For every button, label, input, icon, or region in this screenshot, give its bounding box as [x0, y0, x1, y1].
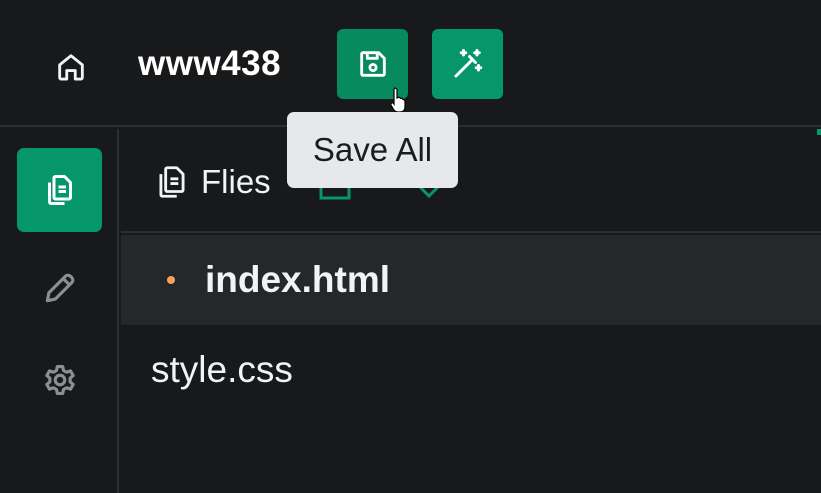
- file-name: style.css: [151, 349, 293, 390]
- pointer-cursor-icon: [390, 87, 406, 113]
- files-icon: [159, 166, 185, 198]
- sidebar-item-edit[interactable]: [17, 246, 102, 330]
- top-bar: www438: [0, 0, 821, 127]
- panel-edge-accent: [817, 129, 821, 135]
- pencil-icon: [45, 273, 74, 303]
- save-icon: [359, 51, 386, 77]
- file-row-style-css[interactable]: style.css: [121, 325, 821, 415]
- file-row-index-html[interactable]: index.html: [121, 235, 821, 325]
- home-icon: [58, 54, 84, 81]
- save-all-tooltip: Save All: [287, 112, 458, 188]
- files-panel: Flies index.html style.css: [121, 129, 821, 493]
- magic-wand-button[interactable]: [432, 29, 503, 99]
- file-name: index.html: [205, 259, 391, 300]
- sidebar-item-files[interactable]: [17, 148, 102, 232]
- modified-indicator: [167, 276, 175, 284]
- files-panel-title: Flies: [201, 163, 271, 200]
- project-title: www438: [138, 44, 282, 83]
- activity-sidebar: [0, 129, 119, 493]
- home-button[interactable]: [48, 44, 94, 90]
- sidebar-item-settings[interactable]: [17, 338, 102, 422]
- files-panel-header: Flies: [121, 129, 821, 233]
- files-icon: [47, 175, 72, 205]
- magic-wand-icon: [454, 49, 482, 78]
- gear-icon: [44, 364, 75, 396]
